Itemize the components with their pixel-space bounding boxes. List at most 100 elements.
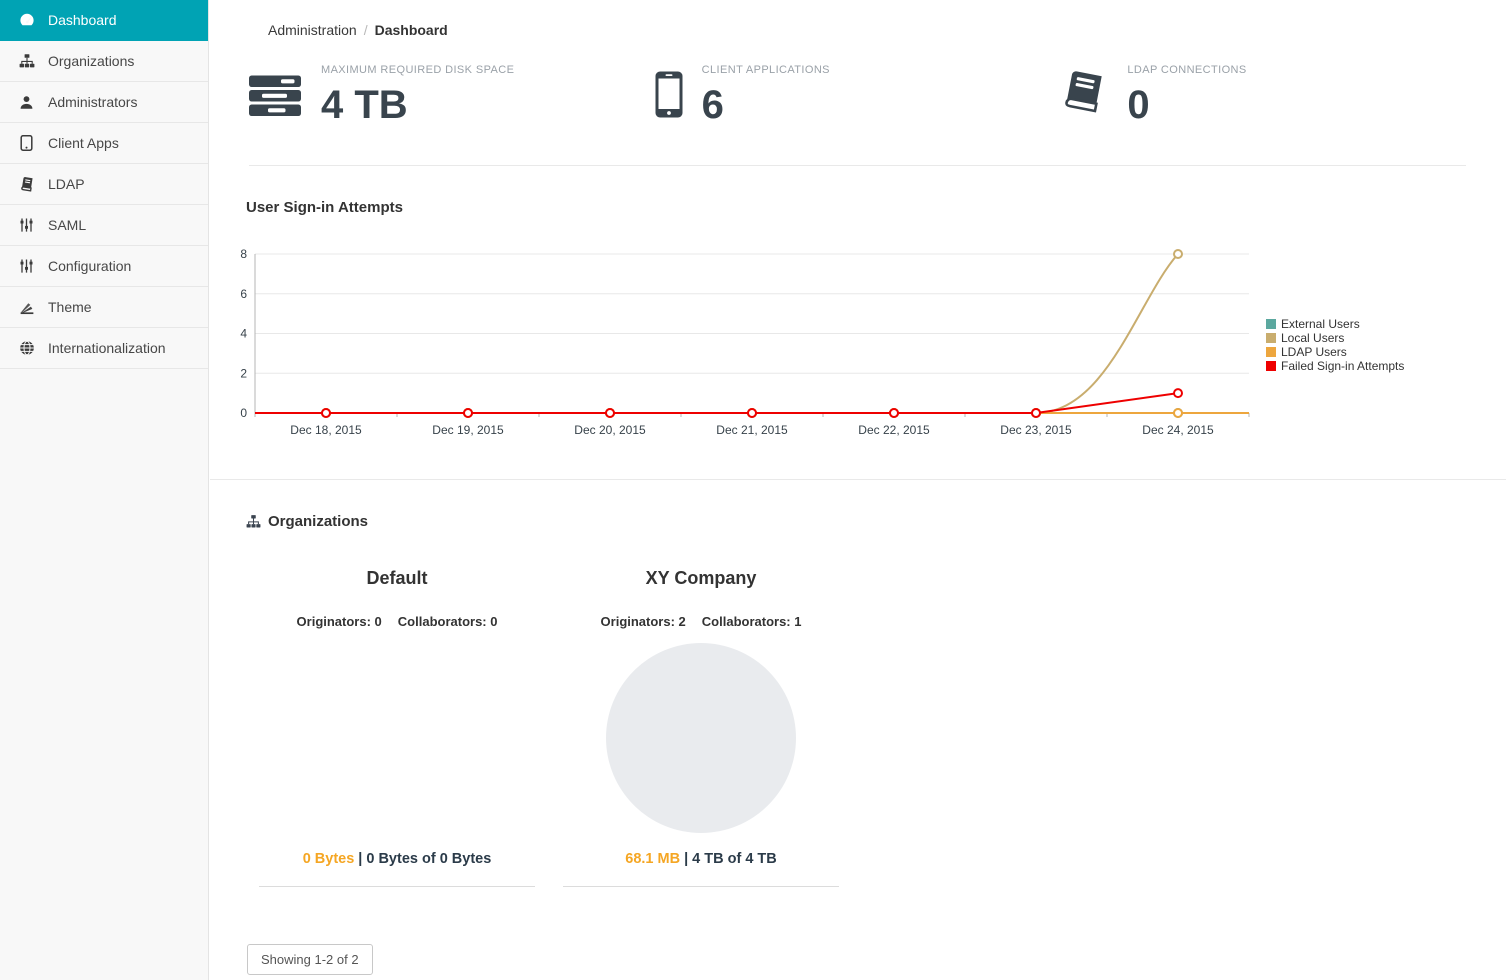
usage-used: 0 Bytes of	[366, 851, 439, 867]
configuration-icon	[18, 258, 35, 275]
sidebar-item-label: LDAP	[48, 176, 85, 192]
usage-separator: |	[358, 851, 362, 867]
stat-value: 0	[1127, 85, 1246, 125]
sitemap-icon	[246, 514, 261, 529]
stat-card: MAXIMUM REQUIRED DISK SPACE 4 TB	[249, 64, 655, 125]
theme-icon	[18, 299, 35, 316]
legend-label: External Users	[1281, 317, 1360, 331]
svg-text:Dec 24, 2015: Dec 24, 2015	[1142, 423, 1214, 437]
sidebar-item-theme[interactable]: Theme	[0, 287, 208, 328]
organizations-section: Organizations Default Originators: 0 Colla…	[210, 513, 1506, 975]
breadcrumb-page: Dashboard	[375, 22, 448, 38]
legend-label: Local Users	[1281, 331, 1344, 345]
organization-name: Default	[252, 568, 542, 589]
sidebar-item-configuration[interactable]: Configuration	[0, 246, 208, 287]
svg-text:Dec 22, 2015: Dec 22, 2015	[858, 423, 930, 437]
book-icon	[1060, 70, 1108, 123]
originators-count: Originators: 0	[297, 614, 382, 629]
stat-value: 4 TB	[321, 85, 514, 125]
legend-item: LDAP Users	[1266, 345, 1404, 359]
sidebar: Dashboard Organizations Administrators Clie…	[0, 0, 209, 980]
sidebar-item-saml[interactable]: SAML	[0, 205, 208, 246]
stat-value: 6	[702, 85, 830, 125]
usage-separator: |	[684, 851, 688, 867]
sidebar-item-label: Organizations	[48, 53, 134, 69]
organizations-title-label: Organizations	[268, 513, 368, 530]
organizations-icon	[18, 53, 35, 70]
breadcrumb: Administration / Dashboard	[210, 0, 1506, 38]
server-icon	[249, 74, 302, 123]
collaborators-count: Collaborators: 1	[702, 614, 802, 629]
card-divider	[563, 886, 839, 887]
sidebar-item-label: Client Apps	[48, 135, 119, 151]
internationalization-icon	[18, 340, 35, 357]
usage-highlight: 0 Bytes	[303, 851, 355, 867]
collaborators-count: Collaborators: 0	[398, 614, 498, 629]
svg-text:Dec 23, 2015: Dec 23, 2015	[1000, 423, 1072, 437]
organization-cards: Default Originators: 0 Collaborators: 0 0 B…	[252, 552, 1506, 887]
legend-item: Failed Sign-in Attempts	[1266, 359, 1404, 373]
sidebar-item-client-apps[interactable]: Client Apps	[0, 123, 208, 164]
organization-card: XY Company Originators: 2 Collaborators: 1…	[556, 552, 846, 887]
sidebar-item-label: SAML	[48, 217, 86, 233]
chart-title: User Sign-in Attempts	[246, 199, 1506, 216]
organization-card: Default Originators: 0 Collaborators: 0 0 B…	[252, 552, 542, 887]
organization-counts: Originators: 0 Collaborators: 0	[252, 614, 542, 629]
usage-total: 4 TB	[745, 851, 776, 867]
sidebar-item-label: Configuration	[48, 258, 131, 274]
chart-row: 02468Dec 18, 2015Dec 19, 2015Dec 20, 201…	[219, 242, 1506, 447]
ldap-icon	[18, 176, 35, 193]
chart-legend: External UsersLocal UsersLDAP UsersFaile…	[1266, 317, 1404, 373]
breadcrumb-section[interactable]: Administration	[268, 22, 357, 38]
storage-usage: 0 Bytes|0 Bytes of 0 Bytes	[252, 851, 542, 867]
pagination-status[interactable]: Showing 1-2 of 2	[247, 944, 373, 975]
organizations-title: Organizations	[246, 513, 1506, 530]
storage-usage: 68.1 MB|4 TB of 4 TB	[556, 851, 846, 867]
legend-swatch	[1266, 319, 1276, 329]
storage-donut-chart	[606, 643, 796, 833]
mobile-icon	[655, 71, 683, 123]
sidebar-item-label: Internationalization	[48, 340, 166, 356]
stat-label: CLIENT APPLICATIONS	[702, 64, 830, 76]
originators-count: Originators: 2	[601, 614, 686, 629]
stat-label: LDAP CONNECTIONS	[1127, 64, 1246, 76]
sidebar-item-label: Administrators	[48, 94, 137, 110]
legend-item: External Users	[1266, 317, 1404, 331]
legend-swatch	[1266, 333, 1276, 343]
administrators-icon	[18, 94, 35, 111]
svg-text:4: 4	[240, 327, 247, 341]
legend-label: LDAP Users	[1281, 345, 1347, 359]
svg-text:2: 2	[240, 366, 247, 380]
stat-card: CLIENT APPLICATIONS 6	[655, 64, 1061, 125]
stat-label: MAXIMUM REQUIRED DISK SPACE	[321, 64, 514, 76]
usage-highlight: 68.1 MB	[625, 851, 680, 867]
usage-total: 0 Bytes	[440, 851, 492, 867]
sidebar-item-ldap[interactable]: LDAP	[0, 164, 208, 205]
signin-chart: 02468Dec 18, 2015Dec 19, 2015Dec 20, 201…	[219, 242, 1254, 447]
legend-label: Failed Sign-in Attempts	[1281, 359, 1404, 373]
svg-text:Dec 19, 2015: Dec 19, 2015	[432, 423, 504, 437]
breadcrumb-separator: /	[364, 22, 368, 38]
sidebar-item-administrators[interactable]: Administrators	[0, 82, 208, 123]
sidebar-item-label: Dashboard	[48, 12, 117, 28]
organization-counts: Originators: 2 Collaborators: 1	[556, 614, 846, 629]
svg-text:0: 0	[240, 406, 247, 420]
signin-chart-section: User Sign-in Attempts 0 2 4 6 8 Dec 18, 2015 D…	[210, 199, 1506, 480]
client-apps-icon	[18, 135, 35, 152]
card-divider	[259, 886, 535, 887]
sidebar-item-label: Theme	[48, 299, 92, 315]
svg-text:Dec 18, 2015: Dec 18, 2015	[290, 423, 362, 437]
sidebar-item-internationalization[interactable]: Internationalization	[0, 328, 208, 369]
svg-text:6: 6	[240, 287, 247, 301]
organization-name: XY Company	[556, 568, 846, 589]
legend-swatch	[1266, 347, 1276, 357]
svg-text:8: 8	[240, 247, 247, 261]
storage-donut-area	[556, 643, 846, 833]
stat-card: LDAP CONNECTIONS 0	[1060, 64, 1466, 125]
sidebar-item-organizations[interactable]: Organizations	[0, 41, 208, 82]
legend-item: Local Users	[1266, 331, 1404, 345]
svg-text:Dec 21, 2015: Dec 21, 2015	[716, 423, 788, 437]
usage-used: 4 TB of	[692, 851, 745, 867]
legend-swatch	[1266, 361, 1276, 371]
sidebar-item-dashboard[interactable]: Dashboard	[0, 0, 208, 41]
